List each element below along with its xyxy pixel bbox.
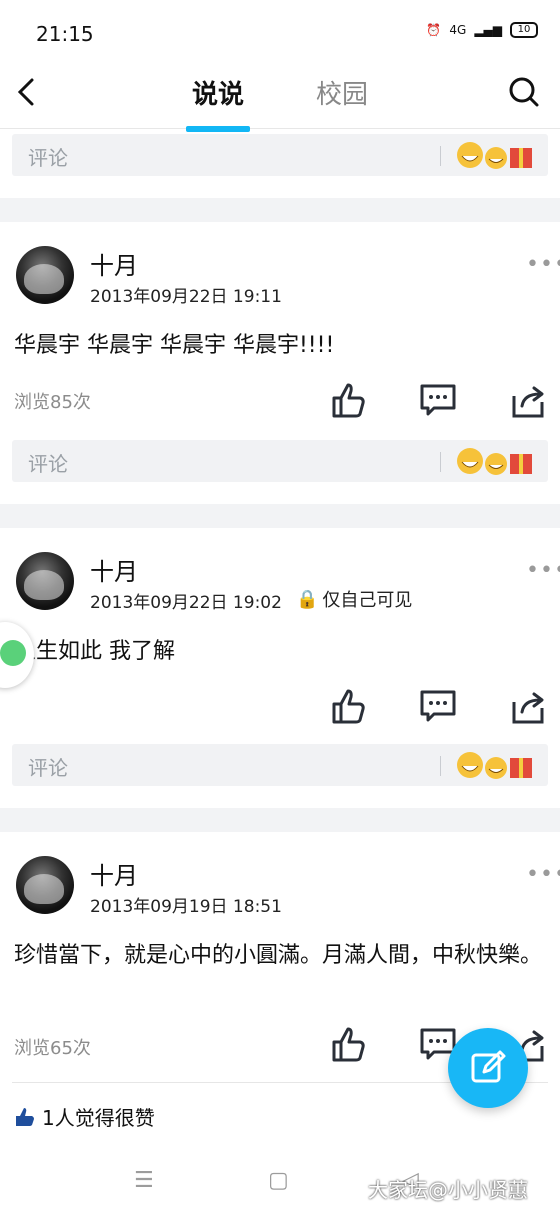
alarm-icon: ⏰ — [426, 23, 442, 37]
thumbs-up-icon — [332, 383, 365, 418]
thumbs-up-filled-icon — [16, 1107, 34, 1126]
search-button[interactable] — [504, 70, 544, 114]
watermark: 大家坛@小小贤蕙 — [368, 1178, 528, 1202]
privacy-label: 🔒 仅自己可见 — [296, 586, 412, 612]
post-text: 珍惜當下，就是心中的小圓滿。月滿人間，中秋快樂。 — [14, 943, 543, 968]
comment-bar[interactable]: 评论 — [12, 744, 548, 786]
likes-summary[interactable]: 1人觉得很赞 — [14, 1102, 155, 1131]
more-options-icon[interactable]: ••• — [526, 252, 560, 277]
emoji-icons[interactable] — [456, 138, 536, 172]
tab-shuoshuo[interactable]: 说说 — [192, 74, 244, 111]
privacy-text: 仅自己可见 — [322, 590, 413, 611]
tab-campus[interactable]: 校园 — [316, 74, 368, 111]
comment-separator — [440, 756, 441, 776]
active-tab-indicator — [186, 126, 250, 132]
author-name[interactable]: 十月 — [90, 856, 138, 891]
thumbs-up-icon — [332, 689, 365, 724]
section-gap — [0, 198, 560, 222]
more-options-icon[interactable]: ••• — [526, 558, 560, 583]
search-icon — [509, 77, 539, 107]
thumbs-up-icon — [332, 1027, 365, 1062]
like-button[interactable] — [328, 1024, 368, 1064]
menu-icon[interactable]: ☰ — [134, 1168, 162, 1193]
post-date: 2013年09月22日 19:11 — [90, 287, 282, 307]
battery-indicator: 10 — [510, 22, 538, 38]
status-bar: 21:15 ⏰ 4G ▂▄▆ 10 — [0, 0, 560, 64]
chevron-left-icon — [17, 78, 34, 106]
share-icon — [512, 692, 544, 724]
comment-button[interactable] — [418, 686, 458, 726]
more-options-icon[interactable]: ••• — [526, 862, 560, 887]
back-button[interactable] — [10, 70, 50, 114]
chat-icon — [0, 640, 26, 666]
comment-bar[interactable]: 评论 — [12, 134, 548, 176]
like-button[interactable] — [328, 380, 368, 420]
post-date: 2013年09月19日 18:51 — [90, 897, 282, 917]
likes-text: 1人觉得很赞 — [42, 1106, 155, 1130]
comment-placeholder: 评论 — [28, 146, 68, 170]
home-icon[interactable]: ▢ — [268, 1168, 296, 1193]
compose-button[interactable] — [448, 1028, 528, 1108]
section-gap — [0, 808, 560, 832]
share-button[interactable] — [508, 380, 548, 420]
view-count: 浏览85次 — [14, 392, 91, 413]
emoji-icons[interactable] — [456, 444, 536, 478]
avatar[interactable] — [16, 856, 74, 914]
comment-separator — [440, 452, 441, 472]
network-indicator: 4G — [449, 23, 467, 37]
author-name[interactable]: 十月 — [90, 246, 138, 281]
section-gap — [0, 504, 560, 528]
comment-placeholder: 评论 — [28, 756, 68, 780]
signal-icon: ▂▄▆ — [474, 23, 502, 37]
status-time: 21:15 — [36, 22, 94, 46]
comment-icon — [420, 690, 456, 722]
lock-icon: 🔒 — [296, 588, 319, 610]
comment-placeholder: 评论 — [28, 452, 68, 476]
avatar[interactable] — [16, 552, 74, 610]
comment-bar[interactable]: 评论 — [12, 440, 548, 482]
comment-separator — [440, 146, 441, 166]
post-text: 人生如此 我了解 — [14, 639, 175, 664]
avatar[interactable] — [16, 246, 74, 304]
comment-button[interactable] — [418, 380, 458, 420]
post-text: 华晨宇 华晨宇 华晨宇 华晨宇!!!! — [14, 333, 335, 358]
edit-icon — [471, 1050, 506, 1083]
view-count: 浏览65次 — [14, 1038, 91, 1059]
like-button[interactable] — [328, 686, 368, 726]
top-navigation: 说说 校园 — [0, 64, 560, 132]
post-date: 2013年09月22日 19:02 — [90, 593, 282, 613]
share-icon — [512, 386, 544, 418]
status-icons: ⏰ 4G ▂▄▆ 10 — [426, 22, 538, 38]
author-name[interactable]: 十月 — [90, 552, 138, 587]
share-button[interactable] — [508, 686, 548, 726]
comment-icon — [420, 384, 456, 416]
emoji-icons[interactable] — [456, 748, 536, 782]
